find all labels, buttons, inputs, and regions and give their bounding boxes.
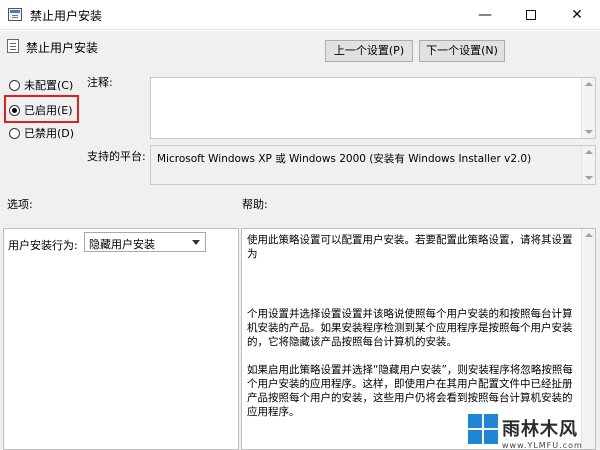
scroll-up-icon[interactable] xyxy=(585,233,593,237)
enabled-highlight-box xyxy=(4,95,79,123)
minimize-button[interactable]: — xyxy=(462,0,508,30)
maximize-icon xyxy=(526,10,536,20)
close-button[interactable]: ✕ xyxy=(554,0,600,30)
next-setting-button[interactable]: 下一个设置(N) xyxy=(419,40,505,62)
radio-not-configured[interactable]: 未配置(C) xyxy=(9,76,73,94)
platform-value: Microsoft Windows XP 或 Windows 2000 (安装有… xyxy=(157,153,532,165)
policy-icon xyxy=(7,39,19,53)
scroll-down-icon[interactable] xyxy=(585,130,593,134)
options-panel: 用户安装行为: 隐藏用户安装 xyxy=(3,228,239,450)
window-title: 禁止用户安装 xyxy=(30,9,103,23)
policy-name: 禁止用户安装 xyxy=(26,41,99,55)
scroll-up-icon[interactable] xyxy=(585,150,593,154)
watermark-name: 雨林木风 xyxy=(502,419,578,440)
title-bar: 禁止用户安装 — ✕ xyxy=(0,0,600,30)
comment-textarea[interactable] xyxy=(150,77,596,139)
watermark: 雨林木风 www.YLMFU.com xyxy=(468,412,596,450)
chevron-down-icon xyxy=(192,240,200,245)
minimize-icon: — xyxy=(478,7,492,23)
platform-label: 支持的平台: xyxy=(87,150,146,163)
scroll-up-icon[interactable] xyxy=(585,82,593,86)
help-paragraph: 个用设置并选择设置设置并该略说使照每个用户安装的和按照每台计算机安装的产品。如果… xyxy=(247,308,573,348)
platform-box: Microsoft Windows XP 或 Windows 2000 (安装有… xyxy=(150,145,596,185)
radio-disabled[interactable]: 已禁用(D) xyxy=(9,124,74,142)
radio-label: 未配置(C) xyxy=(24,79,74,92)
comment-label: 注释: xyxy=(87,76,113,89)
close-icon: ✕ xyxy=(571,7,583,23)
comment-scrollbar[interactable] xyxy=(581,78,595,138)
watermark-url: www.YLMFU.com xyxy=(502,441,583,450)
prev-setting-button[interactable]: 上一个设置(P) xyxy=(325,40,413,62)
dialog-body: 禁止用户安装 上一个设置(P) 下一个设置(N) 未配置(C) 已启用(E) 已… xyxy=(0,31,600,450)
radio-label: 已禁用(D) xyxy=(24,127,75,140)
help-paragraph: 如果启用此策略设置并选择“隐藏用户安装”，则安装程序将忽略按照每个用户安装的应用… xyxy=(247,364,573,418)
platform-scrollbar[interactable] xyxy=(581,146,595,184)
scroll-down-icon[interactable] xyxy=(585,176,593,180)
options-label: 选项: xyxy=(7,198,33,211)
windows-logo-icon xyxy=(468,414,498,444)
install-behavior-label: 用户安装行为: xyxy=(8,239,78,252)
help-label: 帮助: xyxy=(242,198,268,211)
radio-circle-icon xyxy=(9,79,20,91)
select-value: 隐藏用户安装 xyxy=(89,238,155,251)
maximize-button[interactable] xyxy=(508,0,554,30)
radio-circle-icon xyxy=(9,127,20,139)
install-behavior-select[interactable]: 隐藏用户安装 xyxy=(84,232,206,252)
policy-window-icon xyxy=(8,8,22,21)
help-paragraph: 使用此策略设置可以配置用户安装。若要配置此策略设置，请将其设置为 xyxy=(247,234,573,260)
help-text: 使用此策略设置可以配置用户安装。若要配置此策略设置，请将其设置为 个用设置并选择… xyxy=(247,233,581,433)
